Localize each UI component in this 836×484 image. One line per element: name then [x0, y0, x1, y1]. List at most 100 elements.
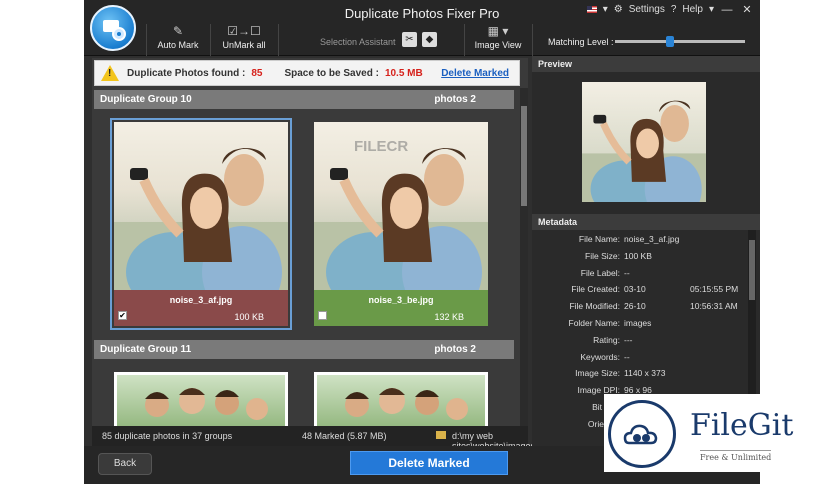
- metadata-row: File Label: --: [532, 264, 760, 281]
- unmark-all-button[interactable]: ☑→☐ UnMark all: [212, 22, 276, 56]
- duplicates-found-count: 85: [251, 67, 263, 79]
- metadata-time: 05:15:55 PM: [690, 284, 739, 295]
- auto-mark-label: Auto Mark: [157, 40, 199, 50]
- group-header[interactable]: Duplicate Group 10 photos 2: [94, 90, 514, 109]
- group-count: photos 2: [434, 94, 476, 105]
- back-button[interactable]: Back: [98, 453, 152, 475]
- card-filename: noise_3_af.jpg: [169, 295, 233, 305]
- grid-view-icon: ▦ ▾: [487, 24, 509, 38]
- flag-dropdown-icon[interactable]: ▾: [603, 4, 608, 15]
- metadata-value: 26-10: [624, 301, 646, 312]
- divider: [464, 24, 465, 56]
- metadata-row: Rating: ---: [532, 331, 760, 348]
- divider: [146, 24, 147, 56]
- group-header[interactable]: Duplicate Group 11 photos 2: [94, 340, 514, 359]
- help-dropdown-icon[interactable]: ▾: [709, 4, 714, 15]
- matching-level-label: Matching Level :: [548, 37, 614, 47]
- scrollbar-thumb[interactable]: [749, 240, 755, 300]
- results-scrollbar[interactable]: [520, 88, 528, 426]
- help-link[interactable]: Help: [682, 4, 703, 15]
- metadata-row: Keywords: --: [532, 348, 760, 365]
- space-saved-label: Space to be Saved :: [284, 67, 379, 79]
- metadata-value: images: [624, 317, 652, 328]
- metadata-row: Image Size: 1140 x 373: [532, 364, 760, 381]
- settings-link[interactable]: Settings: [629, 4, 665, 15]
- gear-icon[interactable]: ⚙: [614, 4, 623, 15]
- wand-icon: ✎: [172, 24, 184, 38]
- group-title: Duplicate Group 10: [100, 94, 192, 105]
- folder-icon: [436, 431, 446, 439]
- metadata-key: File Name:: [578, 234, 620, 244]
- warning-icon: !: [101, 65, 119, 81]
- metadata-row: File Created: 03-10 05:15:55 PM: [532, 280, 760, 297]
- space-saved-value: 10.5 MB: [384, 67, 423, 79]
- delete-marked-button[interactable]: Delete Marked: [350, 451, 508, 475]
- selection-assistant-label: Selection Assistant: [320, 37, 396, 47]
- metadata-value: 1140 x 373: [624, 368, 666, 379]
- minimize-button[interactable]: —: [720, 4, 734, 16]
- auto-mark-button[interactable]: ✎ Auto Mark: [148, 22, 208, 56]
- metadata-header: Metadata: [532, 214, 760, 230]
- delete-marked-link[interactable]: Delete Marked: [441, 68, 509, 79]
- metadata-key: File Created:: [571, 284, 620, 295]
- slider-handle[interactable]: [665, 36, 674, 47]
- divider: [278, 24, 279, 56]
- metadata-value: 03-10: [624, 284, 646, 295]
- selection-eraser-icon[interactable]: ◆: [422, 32, 437, 47]
- photo-thumbnail[interactable]: [314, 372, 488, 426]
- details-panel: Preview Metadata File Name: noise_3_af.jp…: [532, 56, 760, 446]
- metadata-value: ---: [624, 334, 633, 345]
- unmark-all-label: UnMark all: [222, 40, 266, 50]
- filegit-tagline: Free & Unlimited: [700, 450, 772, 462]
- metadata-row: File Name: noise_3_af.jpg: [532, 230, 760, 247]
- matching-level-slider[interactable]: [615, 40, 745, 43]
- card-filename: noise_3_be.jpg: [368, 295, 434, 305]
- watermark-text: FILECR: [354, 138, 409, 155]
- image-view-button[interactable]: ▦ ▾ Image View: [468, 22, 528, 56]
- metadata-key: Image Size:: [575, 368, 620, 379]
- photo-thumbnail[interactable]: FILECR: [314, 122, 488, 290]
- mark-checkbox[interactable]: ✔: [118, 311, 127, 320]
- photo-thumbnail[interactable]: [114, 122, 288, 290]
- mark-checkbox[interactable]: [318, 311, 327, 320]
- metadata-key: Folder Name:: [568, 317, 621, 328]
- metadata-value: --: [624, 267, 630, 278]
- card-filesize: 100 KB: [234, 312, 264, 322]
- groups-status: 85 duplicate photos in 37 groups: [102, 431, 233, 441]
- summary-bar: ! Duplicate Photos found : 85 Space to b…: [94, 60, 520, 86]
- metadata-row: File Modified: 26-10 10:56:31 AM: [532, 297, 760, 314]
- divider: [532, 24, 533, 56]
- selection-tool-icon[interactable]: ✂: [402, 32, 417, 47]
- marked-status: 48 Marked (5.87 MB): [302, 431, 387, 441]
- preview-header: Preview: [532, 56, 760, 72]
- help-icon[interactable]: ?: [671, 4, 677, 15]
- photo-card[interactable]: noise_3_af.jpg 100 KB ✔: [110, 118, 292, 330]
- filegit-logo: [608, 400, 676, 468]
- group-title: Duplicate Group 11: [100, 344, 192, 355]
- metadata-value: --: [624, 351, 630, 362]
- photo-thumbnail[interactable]: [114, 372, 288, 426]
- close-button[interactable]: ✕: [740, 3, 754, 16]
- group-count: photos 2: [434, 344, 476, 355]
- photo-card[interactable]: FILECR noise_3_be.jpg 132 KB: [314, 122, 488, 326]
- results-panel: ! Duplicate Photos found : 85 Space to b…: [92, 58, 528, 426]
- metadata-row: Folder Name: images: [532, 314, 760, 331]
- preview-image: [582, 82, 706, 202]
- duplicates-found-label: Duplicate Photos found :: [127, 67, 246, 79]
- card-filesize: 132 KB: [434, 312, 464, 322]
- image-view-label: Image View: [474, 40, 522, 50]
- metadata-value: noise_3_af.jpg: [624, 234, 680, 244]
- flag-icon[interactable]: [586, 6, 597, 13]
- metadata-key: File Modified:: [569, 301, 620, 312]
- filegit-watermark: FileGit Free & Unlimited: [604, 394, 830, 472]
- metadata-key: File Label:: [580, 267, 620, 278]
- metadata-key: File Size:: [585, 250, 620, 261]
- card-label-unmarked: noise_3_be.jpg 132 KB: [314, 290, 488, 326]
- metadata-key: Keywords:: [580, 351, 620, 362]
- scrollbar-thumb[interactable]: [521, 106, 527, 206]
- metadata-value: 100 KB: [624, 250, 652, 261]
- unmark-icon: ☑→☐: [227, 24, 261, 38]
- filegit-name: FileGit: [690, 408, 794, 443]
- card-label-marked: noise_3_af.jpg 100 KB ✔: [114, 290, 288, 326]
- divider: [210, 24, 211, 56]
